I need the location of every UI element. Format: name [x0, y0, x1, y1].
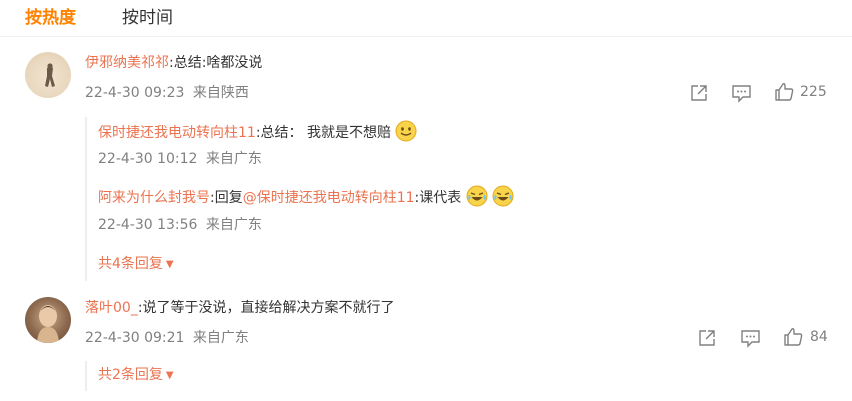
like-icon [784, 328, 803, 346]
share-button[interactable] [689, 83, 709, 103]
tab-time[interactable]: 按时间 [122, 6, 173, 30]
comment-button[interactable] [740, 328, 761, 348]
reply-mention[interactable]: @保时捷还我电动转向柱11 [243, 190, 415, 206]
comment-icon [741, 330, 760, 348]
reply-thread-rule [85, 361, 87, 391]
comment-meta: 22-4-30 09:21 来自广东 [85, 328, 249, 348]
reply-username[interactable]: 保时捷还我电动转向柱11 [98, 125, 256, 141]
like-button[interactable]: 225 [774, 82, 827, 102]
comment-username[interactable]: 落叶00_ [85, 300, 138, 316]
like-count: 84 [810, 329, 828, 345]
comment-text: 总结:啥都没说 [173, 55, 263, 71]
comment-source: 来自陕西 [192, 85, 249, 101]
more-replies-label: 共2条回复 [98, 367, 163, 383]
share-icon [699, 330, 715, 346]
chevron-down-icon: ▼ [165, 259, 174, 270]
share-button[interactable] [697, 328, 717, 348]
avatar-portrait-icon [37, 305, 59, 343]
comment-meta: 22-4-30 09:23 来自陕西 [85, 83, 249, 103]
reply-thread-rule [85, 117, 87, 281]
like-button[interactable]: 84 [783, 327, 828, 347]
reply-source: 来自广东 [205, 151, 262, 167]
like-count: 225 [800, 84, 827, 100]
reply-word: 回复 [214, 190, 243, 206]
more-replies-label: 共4条回复 [98, 256, 163, 272]
reply-username[interactable]: 阿来为什么封我号 [98, 190, 210, 206]
reply-text: 课代表 [419, 190, 462, 206]
more-replies-link[interactable]: 共4条回复 ▼ [98, 254, 174, 275]
divider [0, 36, 852, 37]
comment-time: 22-4-30 09:23 [85, 85, 185, 101]
reply-time: 22-4-30 13:56 [98, 217, 198, 233]
reply-time: 22-4-30 10:12 [98, 151, 198, 167]
comment-button[interactable] [731, 83, 752, 103]
comment-source: 来自广东 [192, 330, 249, 346]
reply-source: 来自广东 [205, 217, 262, 233]
like-icon [775, 83, 794, 101]
comment-body: 伊邪纳美祁祁:总结:啥都没说 [85, 53, 262, 73]
reply-meta: 22-4-30 13:56 来自广东 [98, 215, 262, 235]
reply-body: 阿来为什么封我号:回复@保时捷还我电动转向柱11:课代表 [98, 185, 514, 208]
comment-username[interactable]: 伊邪纳美祁祁 [85, 55, 169, 71]
comment-body: 落叶00_:说了等于没说，直接给解决方案不就行了 [85, 298, 395, 318]
reply-text: 总结： 我就是不想赔 [260, 125, 391, 141]
chevron-down-icon: ▼ [165, 370, 174, 381]
tab-hot[interactable]: 按热度 [25, 6, 76, 30]
comment-text: 说了等于没说，直接给解决方案不就行了 [142, 300, 395, 316]
share-icon [691, 85, 707, 101]
comment-time: 22-4-30 09:21 [85, 330, 185, 346]
comment-icon [732, 85, 751, 103]
avatar[interactable] [25, 52, 71, 98]
reply-meta: 22-4-30 10:12 来自广东 [98, 149, 262, 169]
smile-emoji [395, 120, 417, 142]
laugh-cry-emoji [466, 185, 488, 207]
more-replies-link[interactable]: 共2条回复 ▼ [98, 365, 174, 386]
laugh-cry-emoji [492, 185, 514, 207]
sort-tabs: 按热度 按时间 [25, 6, 173, 30]
avatar-figure-icon [45, 63, 55, 87]
avatar[interactable] [25, 297, 71, 343]
reply-body: 保时捷还我电动转向柱11:总结： 我就是不想赔 [98, 120, 417, 143]
